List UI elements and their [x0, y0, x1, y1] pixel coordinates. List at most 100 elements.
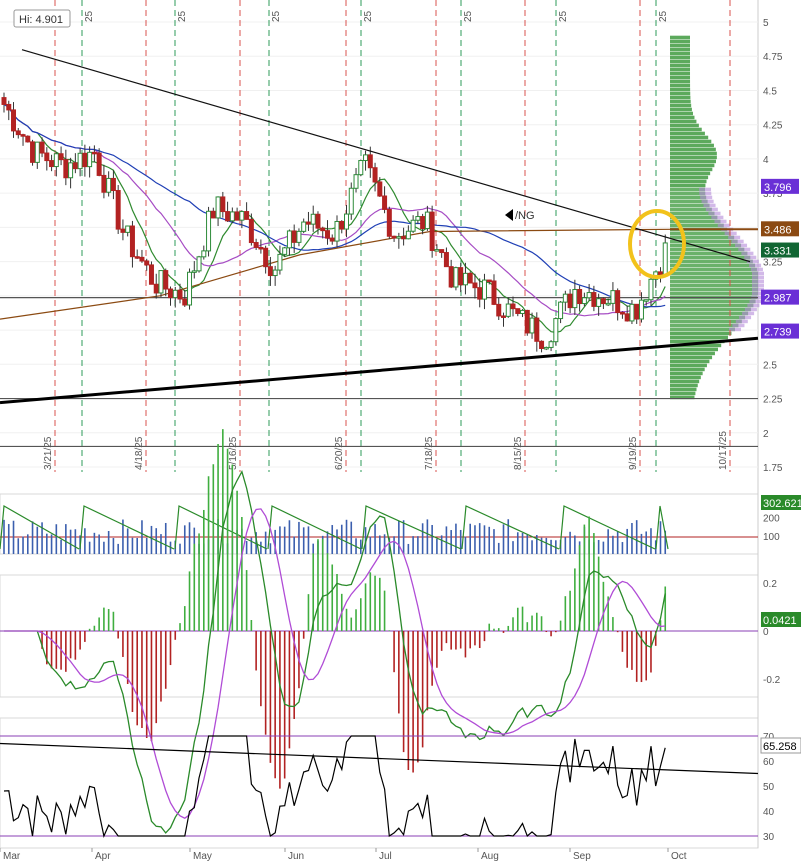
candle-body	[382, 195, 388, 210]
volume-profile-bar	[670, 351, 715, 356]
volume-profile-bar	[670, 91, 691, 96]
expiry-date-label: 9/19/25	[628, 436, 639, 470]
candle-body	[125, 225, 131, 233]
volume-profile-bar	[670, 59, 691, 64]
candle-body	[148, 264, 154, 285]
candle-body	[619, 312, 625, 315]
candle-body	[58, 153, 64, 161]
volume-profile-value-area	[752, 279, 764, 284]
y-tick-label: 3.25	[763, 258, 783, 269]
volume-profile-value-area	[728, 327, 741, 332]
candle-body	[25, 135, 31, 143]
candle-body	[467, 272, 473, 284]
candle-body	[534, 317, 540, 342]
candle-body	[263, 247, 269, 268]
candle-body	[472, 282, 478, 289]
volume-profile-value-area	[724, 231, 737, 236]
volume-profile-bar	[670, 43, 691, 48]
volume-profile-value-area	[749, 263, 762, 268]
volume-profile-bar	[670, 303, 754, 308]
candle-body	[49, 160, 55, 168]
candle-body	[477, 287, 483, 300]
month-label: May	[193, 851, 212, 862]
volume-profile-bar	[670, 363, 707, 368]
volume-profile-bar	[670, 271, 758, 276]
high-note: Hi: 4.901	[13, 9, 71, 28]
candle-body	[629, 303, 635, 322]
candle-body	[277, 253, 283, 271]
candle-body	[6, 103, 12, 111]
y-tick-label: 2	[763, 429, 769, 440]
candle-body	[272, 269, 278, 277]
candle-body	[434, 249, 440, 252]
candle-body	[363, 154, 369, 162]
candle-body	[215, 196, 221, 219]
volume-profile-value-area	[728, 235, 741, 240]
volume-profile-bar	[670, 291, 758, 296]
rsi-tick-label: 40	[763, 807, 775, 818]
volume-tick-label: 200	[763, 514, 780, 525]
price-badge-value: 3.331	[764, 246, 792, 258]
volume-profile-bar	[670, 307, 751, 312]
candle-body	[39, 141, 45, 154]
volume-profile-bar	[670, 379, 700, 384]
candle-body	[377, 181, 383, 197]
volume-profile-value-area	[717, 223, 730, 228]
candle-body	[429, 211, 435, 251]
candle-body	[120, 228, 126, 233]
y-tick-label: 2.5	[763, 360, 777, 371]
volume-profile-bar	[670, 75, 691, 80]
volume-profile-bar	[670, 155, 717, 160]
volume-profile-value-area	[708, 211, 721, 216]
candle-body	[187, 271, 193, 306]
volume-profile-bar	[670, 151, 717, 156]
candle-body	[229, 211, 235, 222]
volume-profile-value-area	[741, 251, 754, 256]
y-tick-label: 4.75	[763, 52, 783, 63]
candle-body	[68, 162, 74, 179]
green-date-label: 25	[84, 10, 95, 22]
volume-profile-bar	[670, 311, 749, 316]
candle-body	[168, 288, 173, 299]
candle-body	[239, 211, 245, 221]
volume-profile-bar	[670, 163, 715, 168]
candle-body	[296, 230, 302, 243]
expiry-date-label: 10/17/25	[718, 431, 729, 470]
candle-body	[301, 221, 307, 232]
candle-body	[391, 235, 397, 239]
expiry-date-label: 8/15/25	[513, 436, 524, 470]
volume-profile-bar	[670, 387, 697, 392]
candle-body	[286, 230, 292, 249]
candle-body	[77, 152, 83, 170]
candle-body	[53, 153, 59, 168]
candle-body	[510, 303, 516, 310]
candle-body	[662, 242, 668, 276]
y-tick-label: 2.25	[763, 395, 783, 406]
volume-profile-bar	[670, 111, 693, 116]
macd-tick-label: 0	[763, 627, 769, 638]
green-date-label: 25	[177, 10, 188, 22]
candle-body	[586, 292, 592, 299]
price-chart: 3/21/25 4/18/25 5/16/25 6/20/25 7/18/25 8/15/…	[0, 0, 801, 862]
candle-body	[524, 309, 530, 334]
volume-profile-bar	[670, 299, 756, 304]
volume-profile-value-area	[731, 239, 744, 244]
volume-profile-bar	[670, 331, 732, 336]
volume-profile-bar	[670, 71, 691, 76]
symbol-text: /NG	[515, 210, 535, 222]
volume-profile-value-area	[701, 199, 714, 204]
candle-body	[420, 216, 426, 230]
volume-profile-value-area	[744, 255, 757, 260]
volume-profile-bar	[670, 47, 691, 52]
candle-body	[439, 249, 445, 254]
candle-body	[101, 174, 107, 193]
candle-body	[191, 270, 197, 273]
candle-body	[320, 227, 326, 232]
candle-body	[596, 298, 602, 307]
candle-body	[329, 237, 335, 242]
high-note-label: Hi: 4.901	[19, 14, 63, 26]
candle-body	[600, 298, 606, 305]
candle-body	[591, 292, 597, 307]
candle-body	[220, 196, 226, 213]
volume-profile-bar	[670, 327, 735, 332]
